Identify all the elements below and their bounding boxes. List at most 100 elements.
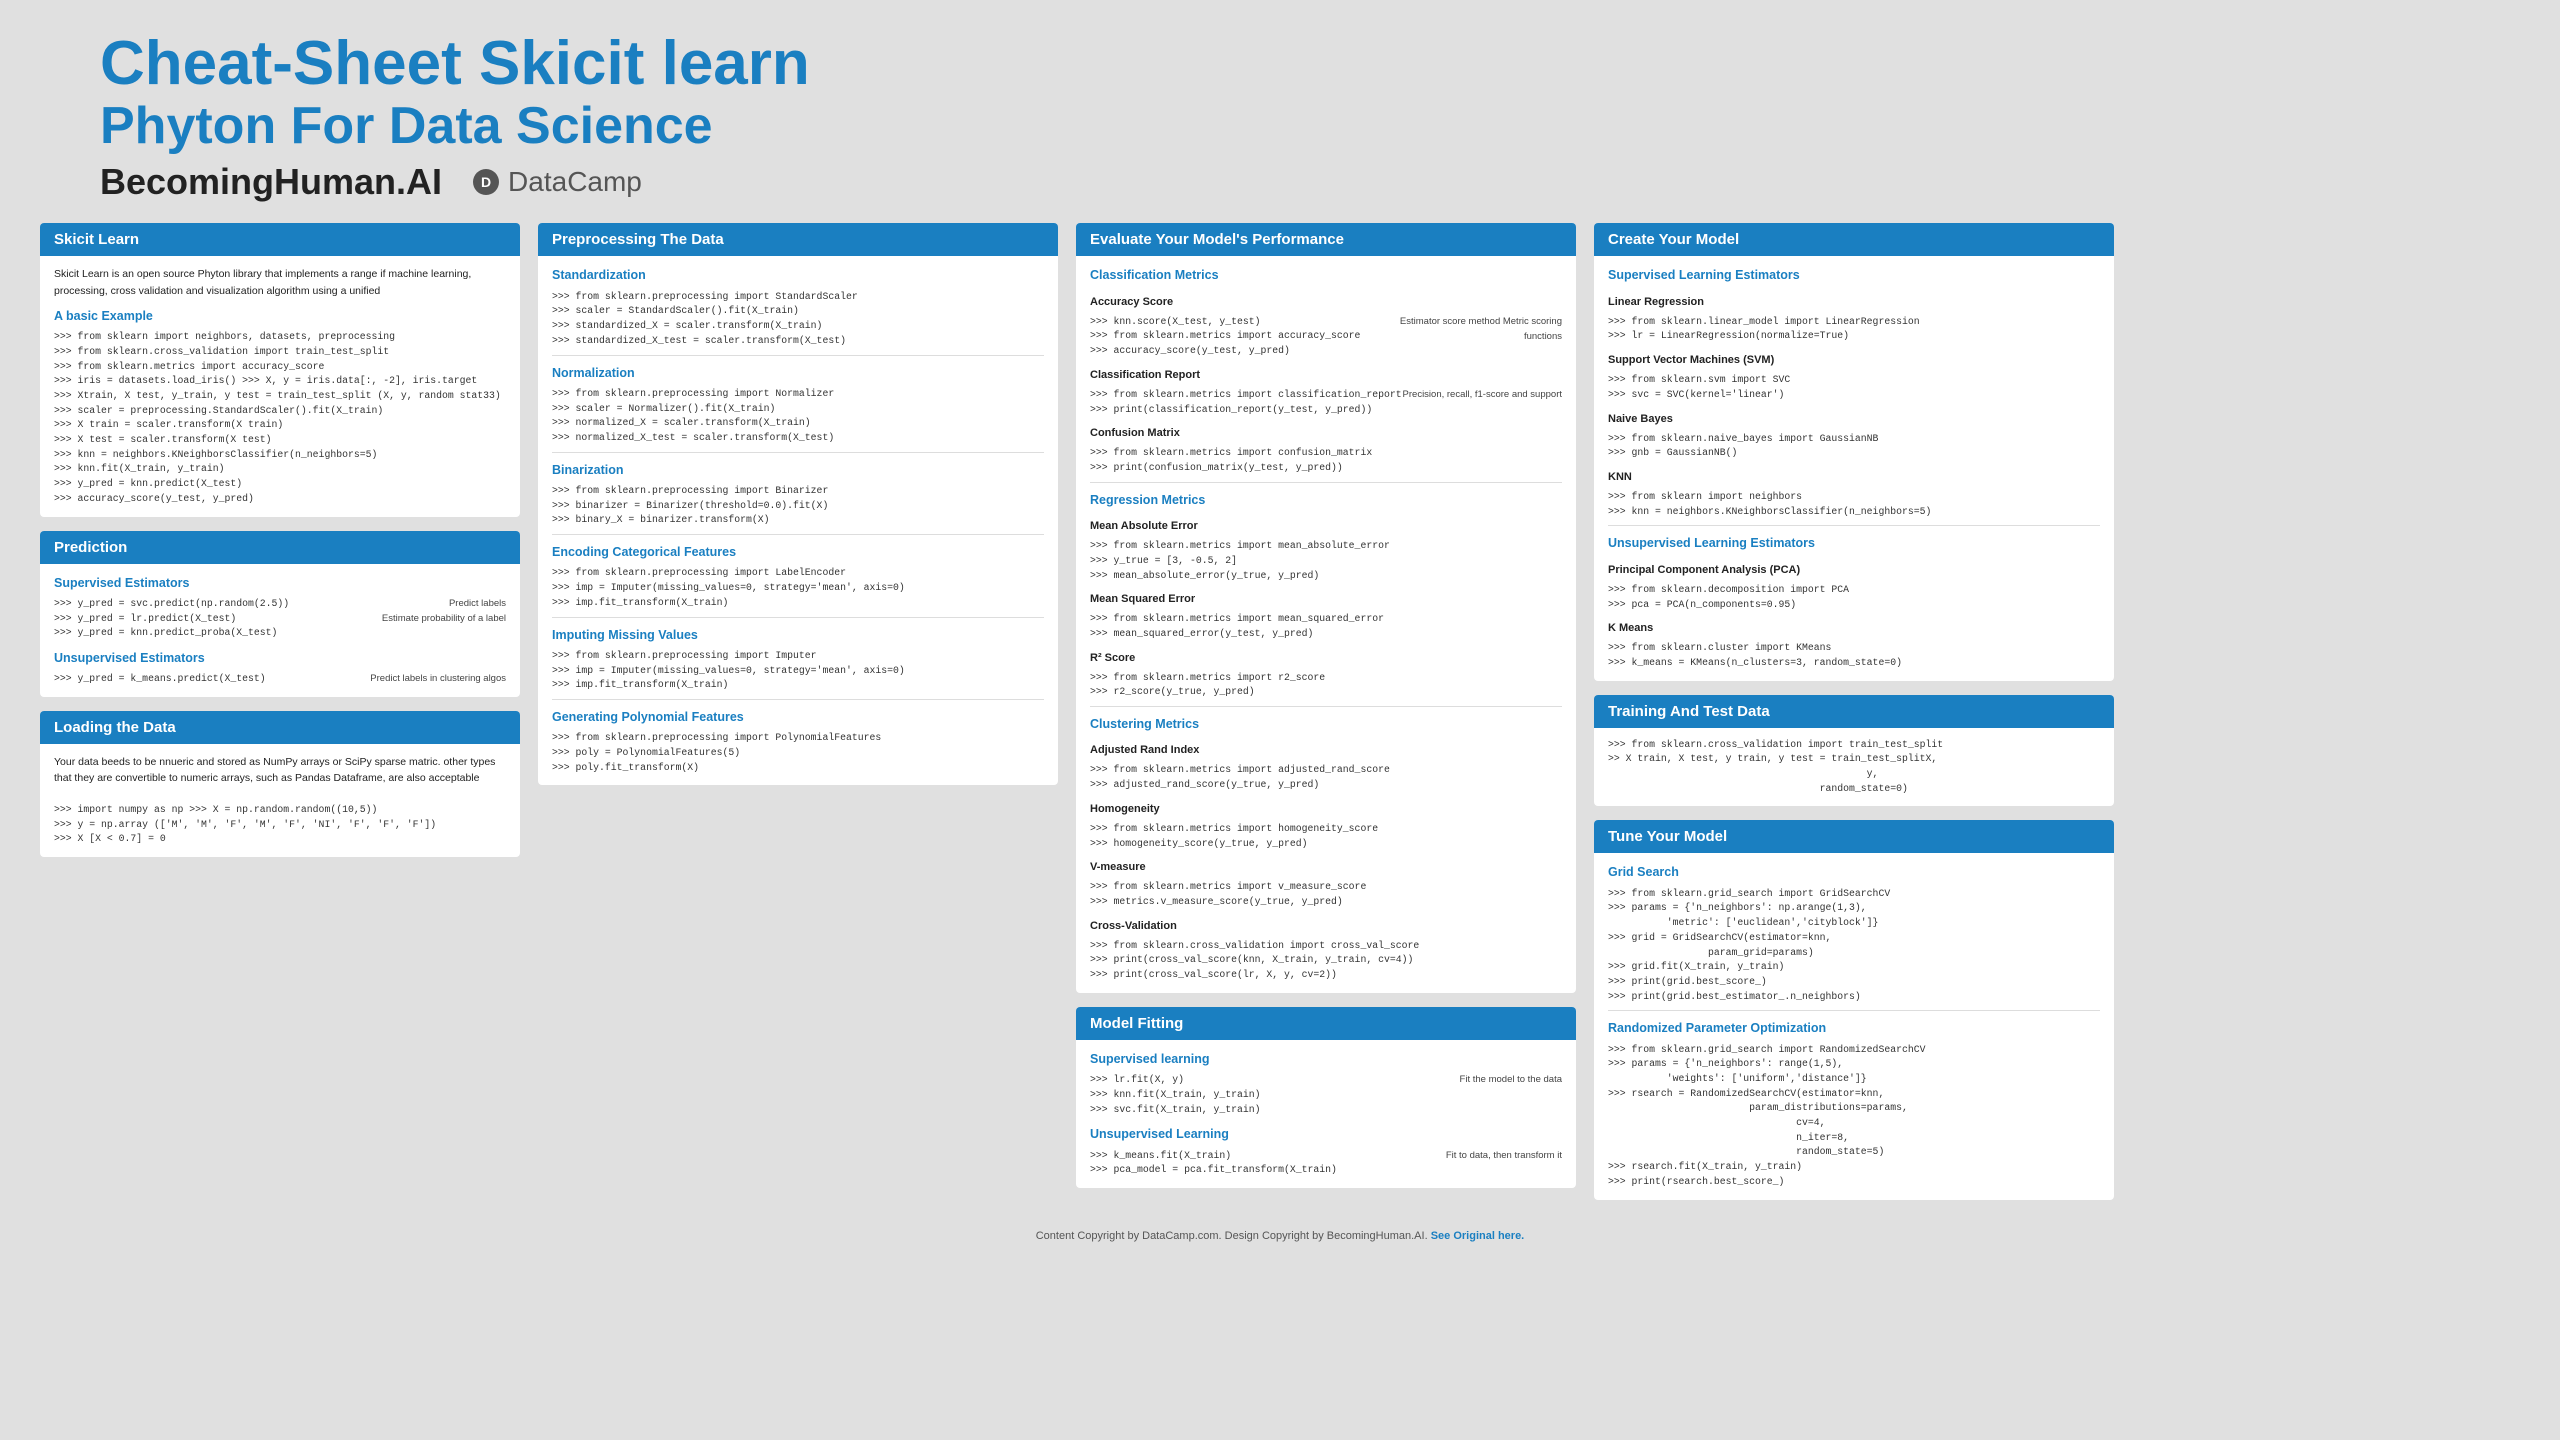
unsupervised-estimators-title: Unsupervised Estimators: [54, 649, 506, 668]
supervised-right2: Estimate probability of a label: [366, 612, 506, 627]
regression-metrics-title: Regression Metrics: [1090, 491, 1562, 510]
knn-create-code: >>> from sklearn import neighbors >>> kn…: [1608, 490, 2100, 519]
training-code: >>> from sklearn.cross_validation import…: [1608, 738, 2100, 797]
mse-title: Mean Squared Error: [1090, 591, 1562, 608]
imputing-title: Imputing Missing Values: [552, 626, 1044, 645]
footer: Content Copyright by DataCamp.com. Desig…: [40, 1230, 2520, 1242]
skicit-learn-body: Skicit Learn is an open source Phyton li…: [40, 256, 520, 516]
datacamp-label: D DataCamp: [472, 166, 642, 198]
skicit-learn-section: Skicit Learn Skicit Learn is an open sou…: [40, 223, 520, 516]
evaluate-header: Evaluate Your Model's Performance: [1076, 223, 1576, 256]
ari-title: Adjusted Rand Index: [1090, 742, 1562, 759]
model-supervised-title: Supervised learning: [1090, 1050, 1562, 1069]
column-1: Skicit Learn Skicit Learn is an open sou…: [40, 223, 520, 871]
normalization-code: >>> from sklearn.preprocessing import No…: [552, 387, 1044, 446]
header: Cheat-Sheet Skicit learn Phyton For Data…: [40, 30, 2520, 203]
confusion-matrix-title: Confusion Matrix: [1090, 425, 1562, 442]
unsupervised-right: Predict labels in clustering algos: [346, 672, 506, 687]
loading-body: Your data beeds to be nnueric and stored…: [40, 744, 520, 857]
column-2: Preprocessing The Data Standardization >…: [538, 223, 1058, 799]
model-fitting-header: Model Fitting: [1076, 1007, 1576, 1040]
tune-body: Grid Search >>> from sklearn.grid_search…: [1594, 853, 2114, 1199]
encoding-code: >>> from sklearn.preprocessing import La…: [552, 566, 1044, 610]
datacamp-icon: D: [472, 168, 500, 196]
model-unsupervised-title: Unsupervised Learning: [1090, 1125, 1562, 1144]
prediction-body: Supervised Estimators >>> y_pred = svc.p…: [40, 564, 520, 698]
evaluate-body: Classification Metrics Accuracy Score >>…: [1076, 256, 1576, 992]
imputing-code: >>> from sklearn.preprocessing import Im…: [552, 649, 1044, 693]
classification-report-code: >>> from sklearn.metrics import classifi…: [1090, 388, 1402, 417]
create-model-body: Supervised Learning Estimators Linear Re…: [1594, 256, 2114, 680]
model-unsupervised-code: >>> k_means.fit(X_train) >>> pca_model =…: [1090, 1149, 1337, 1178]
loading-description: Your data beeds to be nnueric and stored…: [54, 754, 506, 787]
accuracy-code: >>> knn.score(X_test, y_test) >>> from s…: [1090, 315, 1360, 359]
brand-label: BecomingHuman.AI: [100, 161, 442, 203]
title-line1: Cheat-Sheet Skicit learn: [100, 30, 2520, 98]
supervised-estimators-title: Supervised Estimators: [54, 574, 506, 593]
ari-code: >>> from sklearn.metrics import adjusted…: [1090, 763, 1562, 792]
linear-regression-code: >>> from sklearn.linear_model import Lin…: [1608, 315, 2100, 344]
vmeasure-title: V-measure: [1090, 859, 1562, 876]
knn-create-title: KNN: [1608, 469, 2100, 486]
evaluate-section: Evaluate Your Model's Performance Classi…: [1076, 223, 1576, 992]
svg-text:D: D: [481, 174, 491, 190]
footer-text: Content Copyright by DataCamp.com. Desig…: [1036, 1230, 1428, 1242]
encoding-title: Encoding Categorical Features: [552, 543, 1044, 562]
grid-search-title: Grid Search: [1608, 863, 2100, 882]
model-fitting-section: Model Fitting Supervised learning >>> lr…: [1076, 1007, 1576, 1188]
r2-title: R² Score: [1090, 650, 1562, 667]
clustering-metrics-title: Clustering Metrics: [1090, 715, 1562, 734]
random-optimization-title: Randomized Parameter Optimization: [1608, 1019, 2100, 1038]
crossval-code: >>> from sklearn.cross_validation import…: [1090, 939, 1562, 983]
model-supervised-right: Fit the model to the data: [1432, 1073, 1562, 1088]
tune-header: Tune Your Model: [1594, 820, 2114, 853]
prediction-section: Prediction Supervised Estimators >>> y_p…: [40, 531, 520, 698]
vmeasure-code: >>> from sklearn.metrics import v_measur…: [1090, 880, 1562, 909]
create-model-header: Create Your Model: [1594, 223, 2114, 256]
homogeneity-title: Homogeneity: [1090, 801, 1562, 818]
naive-bayes-code: >>> from sklearn.naive_bayes import Gaus…: [1608, 432, 2100, 461]
prediction-header: Prediction: [40, 531, 520, 564]
page: Cheat-Sheet Skicit learn Phyton For Data…: [0, 0, 2560, 1440]
kmeans-code: >>> from sklearn.cluster import KMeans >…: [1608, 641, 2100, 670]
basic-example-title: A basic Example: [54, 307, 506, 326]
skicit-learn-header: Skicit Learn: [40, 223, 520, 256]
standardization-title: Standardization: [552, 266, 1044, 285]
crossval-title: Cross-Validation: [1090, 918, 1562, 935]
tune-section: Tune Your Model Grid Search >>> from skl…: [1594, 820, 2114, 1199]
unsupervised-estimators-code: >>> y_pred = k_means.predict(X_test): [54, 672, 266, 687]
preprocessing-section: Preprocessing The Data Standardization >…: [538, 223, 1058, 785]
loading-header: Loading the Data: [40, 711, 520, 744]
naive-bayes-title: Naive Bayes: [1608, 411, 2100, 428]
classification-metrics-title: Classification Metrics: [1090, 266, 1562, 285]
training-body: >>> from sklearn.cross_validation import…: [1594, 728, 2114, 807]
model-fitting-body: Supervised learning >>> lr.fit(X, y) >>>…: [1076, 1040, 1576, 1188]
column-4: Create Your Model Supervised Learning Es…: [1594, 223, 2114, 1213]
footer-link[interactable]: See Original here.: [1431, 1230, 1525, 1242]
pca-code: >>> from sklearn.decomposition import PC…: [1608, 583, 2100, 612]
mae-code: >>> from sklearn.metrics import mean_abs…: [1090, 539, 1562, 583]
column-3: Evaluate Your Model's Performance Classi…: [1076, 223, 1576, 1202]
supervised-estimators-code: >>> y_pred = svc.predict(np.random(2.5))…: [54, 597, 289, 641]
homogeneity-code: >>> from sklearn.metrics import homogene…: [1090, 822, 1562, 851]
binarization-code: >>> from sklearn.preprocessing import Bi…: [552, 484, 1044, 528]
training-section: Training And Test Data >>> from sklearn.…: [1594, 695, 2114, 807]
binarization-title: Binarization: [552, 461, 1044, 480]
supervised-right1: Predict labels: [366, 597, 506, 612]
basic-example-code: >>> from sklearn import neighbors, datas…: [54, 330, 506, 506]
polynomial-title: Generating Polynomial Features: [552, 708, 1044, 727]
model-unsupervised-right: Fit to data, then transform it: [1432, 1149, 1562, 1164]
standardization-code: >>> from sklearn.preprocessing import St…: [552, 290, 1044, 349]
classification-report-right: Precision, recall, f1-score and support: [1403, 388, 1562, 403]
random-optimization-code: >>> from sklearn.grid_search import Rand…: [1608, 1043, 2100, 1190]
skicit-intro: Skicit Learn is an open source Phyton li…: [54, 266, 506, 299]
accuracy-title: Accuracy Score: [1090, 294, 1562, 311]
main-grid: Skicit Learn Skicit Learn is an open sou…: [40, 223, 2520, 1213]
mae-title: Mean Absolute Error: [1090, 518, 1562, 535]
grid-search-code: >>> from sklearn.grid_search import Grid…: [1608, 887, 2100, 1005]
title-line2: Phyton For Data Science: [100, 98, 2520, 155]
classification-report-title: Classification Report: [1090, 367, 1562, 384]
svm-title: Support Vector Machines (SVM): [1608, 352, 2100, 369]
accuracy-right: Estimator score method Metric scoring fu…: [1360, 315, 1562, 344]
mse-code: >>> from sklearn.metrics import mean_squ…: [1090, 612, 1562, 641]
